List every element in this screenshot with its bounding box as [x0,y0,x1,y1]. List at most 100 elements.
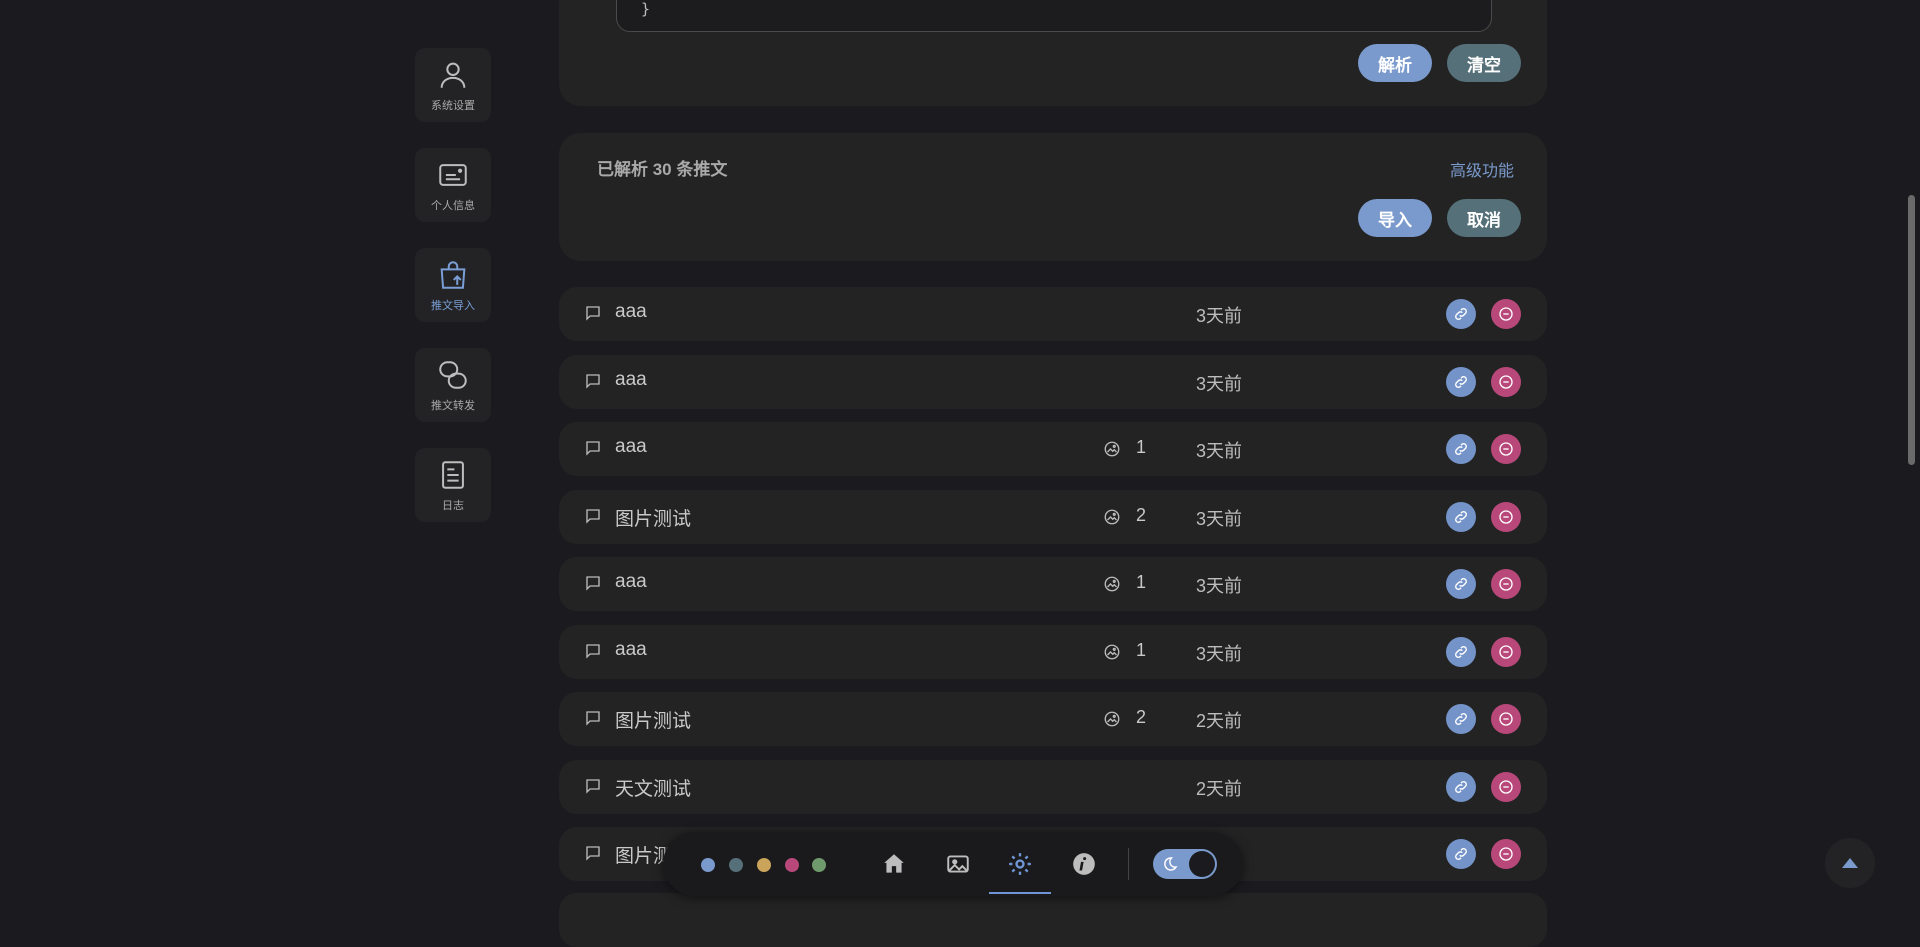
table-row-partial [559,893,1547,947]
json-editor[interactable]: } [616,0,1492,32]
row-time: 3天前 [1196,508,1243,529]
parse-button[interactable]: 解析 [1358,44,1432,82]
row-title: 图片测试 [615,508,692,530]
link-icon [1453,441,1469,457]
message-icon [584,574,602,592]
minus-circle-icon [1498,441,1514,457]
cancel-button[interactable]: 取消 [1447,199,1521,237]
message-icon [584,709,602,727]
message-icon [584,642,602,660]
row-time: 3天前 [1196,576,1243,596]
row-time: 3天前 [1196,306,1243,326]
sidebar-item-log[interactable]: 日志 [415,448,491,522]
remove-button[interactable] [1491,569,1521,599]
row-title: aaa [615,571,647,592]
message-icon [584,304,602,322]
link-button[interactable] [1446,771,1476,802]
minus-circle-icon [1498,306,1514,322]
link-button[interactable] [1446,501,1476,532]
link-button[interactable] [1446,704,1476,734]
sidebar-item-label: 日志 [442,499,464,512]
table-row[interactable]: aaa 3天前 [559,287,1547,341]
message-icon [584,844,602,862]
log-icon [442,460,464,489]
advanced-link[interactable]: 高级功能 [1450,157,1514,181]
info-icon[interactable] [1071,851,1097,877]
caret-up-icon [1842,858,1858,868]
row-time: 2天前 [1196,711,1243,731]
minus-circle-icon [1498,711,1514,727]
message-icon [584,777,602,795]
bottom-nav [663,832,1243,896]
forward-icon [439,360,467,389]
minus-circle-icon [1498,509,1514,525]
remove-button[interactable] [1491,636,1521,667]
table-row[interactable]: aaa 1 3天前 [559,422,1547,476]
table-row[interactable]: aaa 3天前 [559,354,1547,409]
page-scrollbar[interactable] [1908,195,1915,465]
theme-color-dot[interactable] [757,858,771,872]
link-button[interactable] [1446,636,1476,667]
table-row[interactable]: aaa 1 3天前 [559,557,1547,611]
minus-circle-icon [1498,846,1514,862]
image-count: 1 [1136,437,1147,457]
remove-button[interactable] [1491,771,1521,802]
user-icon [440,62,466,88]
table-row[interactable]: 天文测试 2天前 [559,759,1547,814]
import-button[interactable]: 导入 [1358,199,1432,237]
theme-color-dot[interactable] [701,858,715,872]
home-icon[interactable] [881,851,907,877]
row-title: aaa [615,638,647,660]
link-button[interactable] [1446,299,1476,329]
row-title: aaa [615,368,647,390]
link-button[interactable] [1446,434,1476,464]
nav-divider [1128,848,1129,880]
link-button[interactable] [1446,366,1476,397]
theme-color-dot[interactable] [785,858,799,872]
sidebar-item-personal-info[interactable]: 个人信息 [415,148,491,222]
parsed-card: 已解析 30 条推文 高级功能 [559,133,1547,261]
sidebar-item-tweet-import[interactable]: 推文导入 [415,248,491,322]
sidebar-item-tweet-forward[interactable]: 推文转发 [415,348,491,422]
image-count-icon [1103,710,1121,728]
image-count: 2 [1136,707,1147,727]
remove-button[interactable] [1491,434,1521,464]
theme-color-dot[interactable] [812,858,826,872]
link-icon [1453,711,1469,727]
minus-circle-icon [1498,576,1514,592]
message-icon [584,372,602,390]
moon-icon [1164,857,1178,871]
theme-color-dot[interactable] [729,858,743,872]
link-button[interactable] [1446,839,1476,869]
row-title: aaa [615,301,647,322]
table-row[interactable]: aaa 1 3天前 [559,624,1547,679]
message-icon [584,507,602,525]
remove-button[interactable] [1491,501,1521,532]
remove-button[interactable] [1491,299,1521,329]
remove-button[interactable] [1491,704,1521,734]
message-icon [584,439,602,457]
clear-button[interactable]: 清空 [1447,44,1521,82]
row-title: aaa [615,436,647,457]
gear-icon[interactable] [1007,851,1033,877]
image-count-icon [1103,440,1121,458]
parsed-summary: 已解析 30 条推文 [597,160,728,179]
dark-mode-toggle[interactable] [1153,849,1217,879]
back-to-top-button[interactable] [1825,838,1875,888]
link-icon [1453,644,1469,660]
link-icon [1453,374,1469,390]
table-row[interactable]: 图片测试 2 3天前 [559,489,1547,544]
editor-text: } [641,0,651,18]
link-button[interactable] [1446,569,1476,599]
remove-button[interactable] [1491,366,1521,397]
table-row[interactable]: 图片测试 2 2天前 [559,692,1547,746]
sidebar-item-system-settings[interactable]: 系统设置 [415,48,491,122]
remove-button[interactable] [1491,839,1521,869]
row-time: 3天前 [1196,441,1243,461]
image-count: 2 [1136,504,1147,525]
image-count-icon [1103,508,1121,526]
image-icon[interactable] [945,851,971,877]
link-icon [1453,576,1469,592]
sidebar-item-label: 个人信息 [431,199,475,212]
row-title: 图片测试 [615,711,692,732]
